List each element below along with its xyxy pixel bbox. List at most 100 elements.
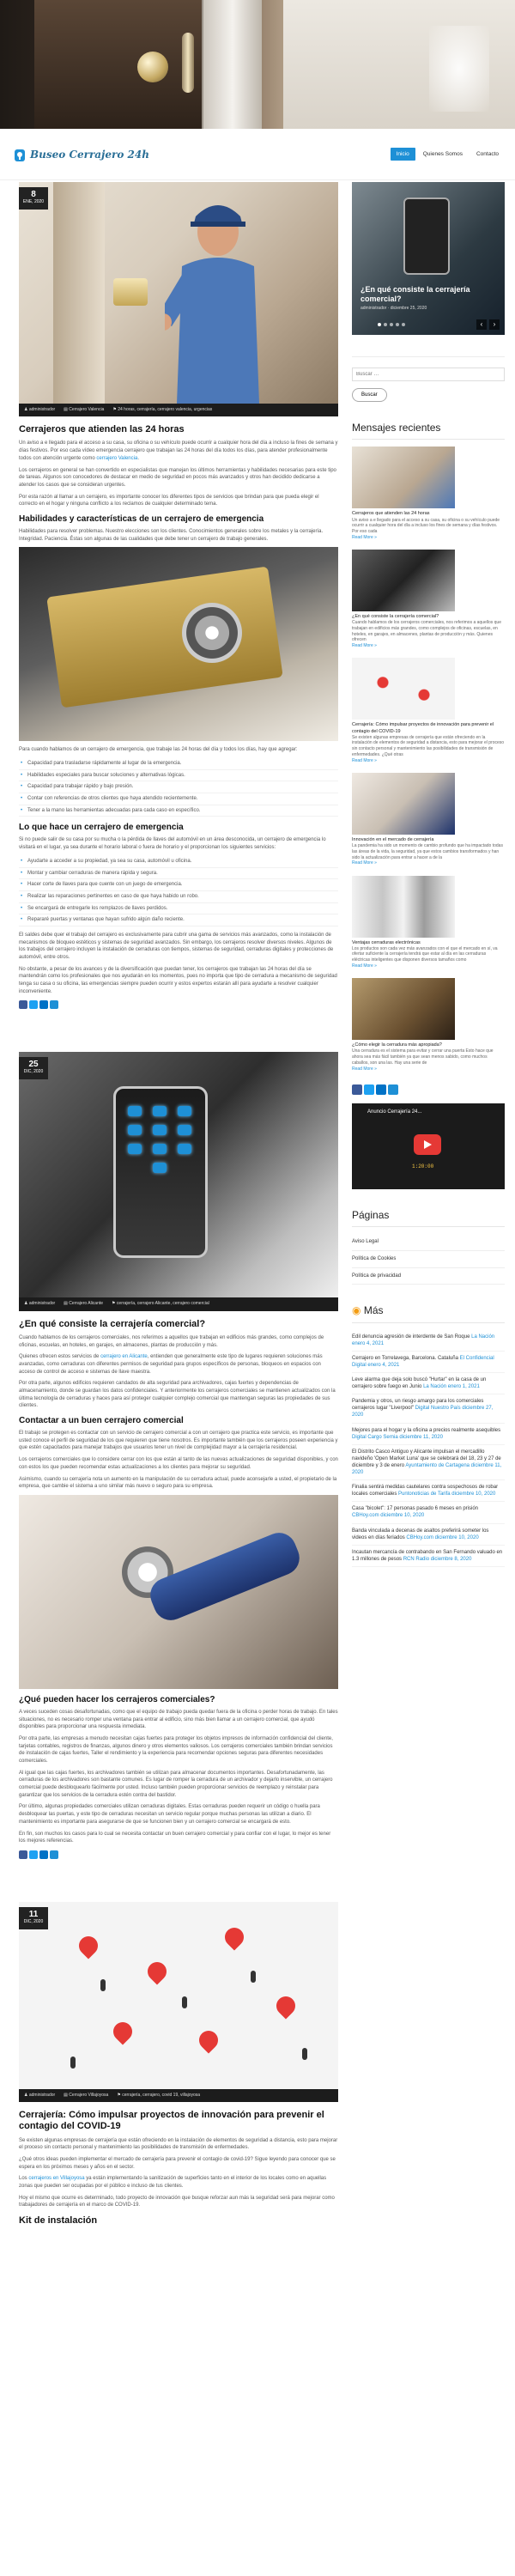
post-list: Ayudarte a acceder a su propiedad, ya se… xyxy=(19,856,338,927)
post-paragraph: Por esta razón al llamar a un cerrajero,… xyxy=(19,494,319,507)
post-tags[interactable]: ⚑ cerrajería, cerrajero, covid 19, villa… xyxy=(117,2093,200,2099)
recent-post-title[interactable]: Cerrajería: Cómo impulsar proyectos de i… xyxy=(352,722,505,734)
news-item[interactable]: Leve alarma que deja solo buscó "Hurtar"… xyxy=(352,1373,505,1395)
list-item: Capacidad para trabajar rápido y bajo pr… xyxy=(19,781,338,794)
inline-link[interactable]: cerrajero en Alicante xyxy=(100,1354,148,1359)
post-featured-image[interactable]: 11 DIC, 2020 xyxy=(19,1901,338,2089)
post-featured-image[interactable]: 8 ENE, 2020 xyxy=(19,182,338,404)
post-category[interactable]: ▤ Cerrajero Villajoyosa xyxy=(64,2093,108,2099)
slider-dot[interactable] xyxy=(390,323,393,326)
recent-post-thumbnail[interactable] xyxy=(352,658,455,720)
chevron-left-icon[interactable]: ‹ xyxy=(476,319,487,330)
page-link[interactable]: Política de Cookies xyxy=(352,1251,505,1268)
recent-post-thumbnail[interactable] xyxy=(352,875,455,938)
post-paragraph: Un aviso a e llegado para el acceso a su… xyxy=(19,440,338,461)
inline-link[interactable]: cerrajero Valencia xyxy=(96,456,137,461)
post-paragraph: Hoy el mismo que ocurre es determinado, … xyxy=(19,2195,335,2208)
slider-meta: administrador · diciembre 25, 2020 xyxy=(360,305,427,311)
post-paragraph: A veces suceden cosas desafortunadas, co… xyxy=(19,1709,338,1730)
recent-post-excerpt: Los productos son cada vez más avanzados… xyxy=(352,945,498,963)
play-icon[interactable] xyxy=(414,1133,441,1155)
read-more-link[interactable]: Read More » xyxy=(352,963,505,969)
recent-post-title[interactable]: Ventajas cerraduras electrónicas xyxy=(352,940,505,946)
search-button[interactable]: Buscar xyxy=(352,388,387,402)
read-more-link[interactable]: Read More » xyxy=(352,535,505,541)
slider-dot[interactable] xyxy=(402,323,405,326)
featured-slider[interactable]: ¿En qué consiste la cerrajería comercial… xyxy=(352,182,505,335)
slider-dot[interactable] xyxy=(384,323,387,326)
news-item[interactable]: Pandemia y otros, un riesgo amargo para … xyxy=(352,1394,505,1424)
post-tags[interactable]: ⚑ 24 horas, cerrajería, cerrajero valenc… xyxy=(112,407,212,413)
chevron-right-icon[interactable]: › xyxy=(489,319,500,330)
recent-post-title[interactable]: Cerrajeros que atienden las 24 horas xyxy=(352,511,505,517)
news-item[interactable]: Mejores para el hogar y la oficina a pre… xyxy=(352,1424,505,1445)
list-item: Se encargará de entregarle los remplazos… xyxy=(19,903,338,915)
facebook-share-icon[interactable] xyxy=(19,1000,27,1010)
post-title[interactable]: Cerrajeros que atienden las 24 horas xyxy=(19,424,338,435)
read-more-link[interactable]: Read More » xyxy=(352,1066,505,1072)
read-more-link[interactable]: Read More » xyxy=(352,643,505,649)
recent-post-title[interactable]: ¿Cómo elegir la cerradura más apropiada? xyxy=(352,1042,505,1048)
list-item: Capacidad para trasladarse rápidamente a… xyxy=(19,758,338,770)
read-more-link[interactable]: Read More » xyxy=(352,758,505,764)
news-item[interactable]: Finalia sentirá medidas cautelares contr… xyxy=(352,1480,505,1503)
recent-post-thumbnail[interactable] xyxy=(352,550,455,612)
recent-post-title[interactable]: ¿En qué consiste la cerrajería comercial… xyxy=(352,614,505,620)
email-share-icon[interactable] xyxy=(39,1000,48,1010)
facebook-share-icon[interactable] xyxy=(19,1850,27,1859)
news-item[interactable]: Casa "bicolet": 17 personas pasado 6 mes… xyxy=(352,1502,505,1524)
post-paragraph: Los cerrajeros comerciales que lo consid… xyxy=(19,1457,338,1470)
twitter-share-icon[interactable] xyxy=(29,1850,38,1859)
page-link[interactable]: Política de privacidad xyxy=(352,1268,505,1285)
read-more-link[interactable]: Read More » xyxy=(352,860,505,866)
facebook-share-icon[interactable] xyxy=(352,1084,362,1095)
email-share-icon[interactable] xyxy=(376,1084,386,1095)
recent-post-thumbnail[interactable] xyxy=(352,772,455,835)
news-item[interactable]: El Distrito Casco Antiguo y Alicante imp… xyxy=(352,1445,505,1481)
recent-post-title[interactable]: Innovación en el mercado de cerrajería xyxy=(352,837,505,843)
share-buttons xyxy=(352,1084,505,1095)
site-logo[interactable]: Buseo Cerrajero 24h xyxy=(13,146,149,165)
post-author[interactable]: ♟ administrador xyxy=(24,1301,55,1307)
recent-post-thumbnail[interactable] xyxy=(352,978,455,1041)
post-featured-image[interactable]: 25 DIC, 2020 xyxy=(19,1052,338,1298)
post-paragraph: ¿Qué otros ideas pueden implementar el m… xyxy=(19,2156,336,2170)
news-item[interactable]: Cerrajero en Torrelavega, Barcelona. Cat… xyxy=(352,1352,505,1374)
more-share-icon[interactable] xyxy=(50,1000,58,1010)
post-tags[interactable]: ⚑ cerrajería, cerrajero Alicante, cerraj… xyxy=(112,1301,209,1307)
post-category[interactable]: ▤ Cerrajero Valencia xyxy=(64,407,104,413)
news-item[interactable]: Incautan mercancía de contrabando en San… xyxy=(352,1546,505,1567)
twitter-share-icon[interactable] xyxy=(364,1084,374,1095)
video-title[interactable]: Anuncio Cerrajería 24... xyxy=(367,1109,421,1116)
recent-posts-title: Mensajes recientes xyxy=(352,421,505,440)
post-meta: ♟ administrador ▤ Cerrajero Valencia ⚑ 2… xyxy=(19,404,338,417)
post-author[interactable]: ♟ administrador xyxy=(24,2093,55,2099)
nav-item-quienes-somos[interactable]: Quienes Somos xyxy=(417,148,469,161)
recent-post-item: ¿En qué consiste la cerrajería comercial… xyxy=(352,550,505,649)
recent-post-thumbnail[interactable] xyxy=(352,447,455,509)
news-item[interactable]: Banda vinculada a decenas de asaltos pre… xyxy=(352,1524,505,1546)
more-share-icon[interactable] xyxy=(50,1850,58,1859)
post-author[interactable]: ♟ administrador xyxy=(24,407,55,413)
slider-dot[interactable] xyxy=(378,323,381,326)
post-title[interactable]: Cerrajería: Cómo impulsar proyectos de i… xyxy=(19,2110,338,2132)
more-share-icon[interactable] xyxy=(388,1084,398,1095)
twitter-share-icon[interactable] xyxy=(29,1000,38,1010)
video-embed[interactable]: Anuncio Cerrajería 24... 1:20:00 xyxy=(352,1103,505,1189)
post-category[interactable]: ▤ Cerrajero Alicante xyxy=(64,1301,103,1307)
nav-item-inicio[interactable]: Inicio xyxy=(390,148,415,161)
nav-item-contacto[interactable]: Contacto xyxy=(470,148,505,161)
map-pin-icon xyxy=(109,2018,136,2045)
page-link[interactable]: Aviso Legal xyxy=(352,1234,505,1251)
slider-dot[interactable] xyxy=(396,323,399,326)
locksmith-figure xyxy=(165,205,259,404)
search-input[interactable] xyxy=(352,368,505,381)
email-share-icon[interactable] xyxy=(39,1850,48,1859)
hero-door-knob xyxy=(137,52,168,82)
hero-door-frame xyxy=(202,0,262,129)
post-title[interactable]: ¿En qué consiste la cerrajería comercial… xyxy=(19,1319,338,1330)
news-item[interactable]: Edil denuncia agresión de interdente de … xyxy=(352,1330,505,1352)
inline-link[interactable]: cerrajeros en Villajoyosa xyxy=(28,2176,84,2181)
slider-title[interactable]: ¿En qué consiste la cerrajería comercial… xyxy=(360,285,498,304)
post-paragraph: Los cerrajeros en Villajoyosa ya están i… xyxy=(19,2176,327,2189)
